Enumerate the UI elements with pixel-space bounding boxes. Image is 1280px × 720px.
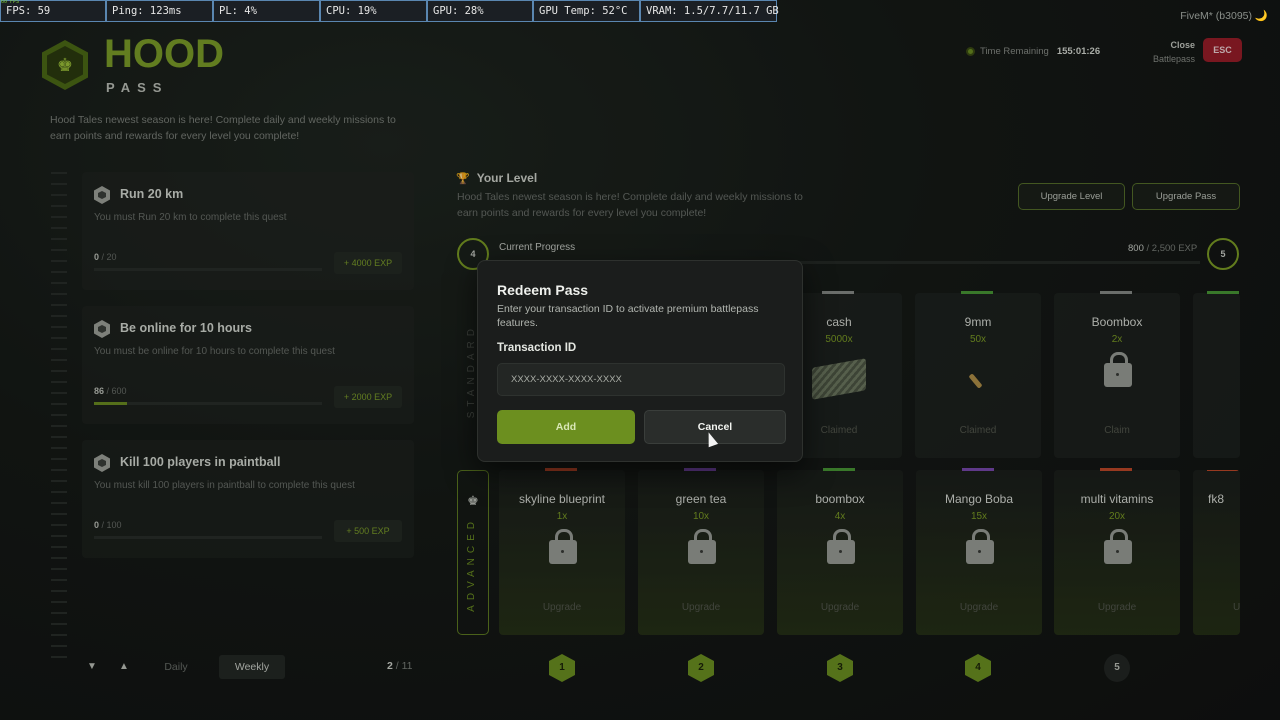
gpu-stat: GPU: 28% — [427, 0, 533, 22]
modal-description: Enter your transaction ID to activate pr… — [497, 303, 759, 329]
add-button[interactable]: Add — [497, 410, 635, 444]
cpu-stat: CPU: 19% — [320, 0, 427, 22]
ping-stat: Ping: 123ms — [106, 0, 213, 22]
packet-loss-stat: PL: 4% — [213, 0, 320, 22]
redeem-pass-modal: Redeem Pass Enter your transaction ID to… — [477, 260, 803, 462]
vram-stat: VRAM: 1.5/7.7/11.7 GB — [640, 0, 779, 22]
client-build-label: FiveM* (b3095) 🌙 — [1180, 10, 1268, 22]
gpu-temp-stat: GPU Temp: 52°C — [533, 0, 640, 22]
fps-tiny-label: 60 FPS — [1, 0, 20, 5]
modal-title: Redeem Pass — [497, 282, 589, 298]
battlepass-screen: 60 FPS FPS: 59 Ping: 123ms PL: 4% CPU: 1… — [0, 0, 1280, 720]
transaction-id-label: Transaction ID — [497, 342, 577, 354]
performance-overlay: 60 FPS FPS: 59 Ping: 123ms PL: 4% CPU: 1… — [0, 0, 779, 22]
transaction-id-input[interactable] — [497, 363, 785, 396]
